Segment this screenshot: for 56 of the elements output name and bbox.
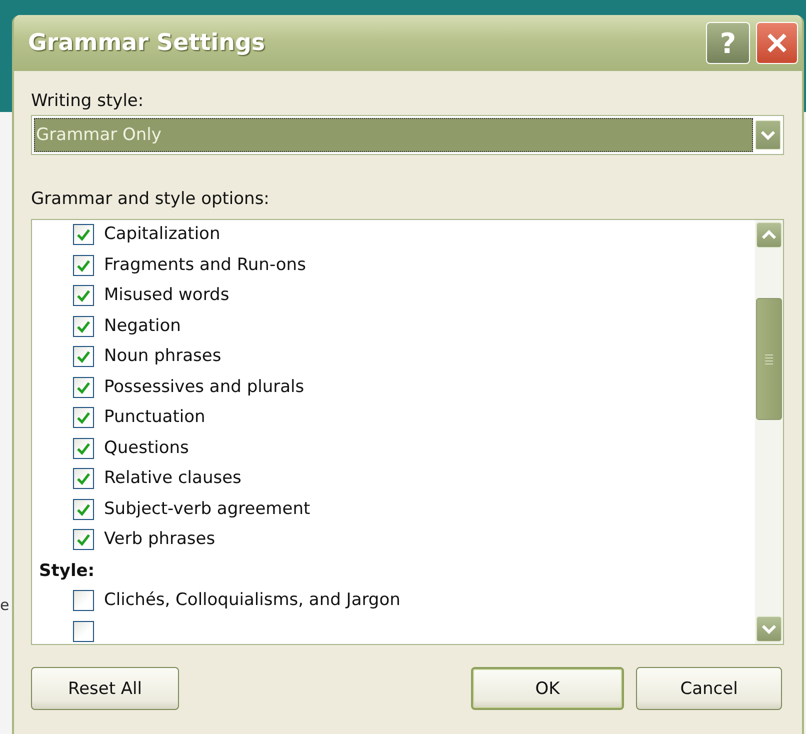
scroll-thumb[interactable] [756,298,782,420]
grip-icon [764,353,774,365]
chevron-down-icon [760,130,776,140]
chevron-up-icon [761,230,777,240]
check-icon [76,411,91,424]
check-icon [76,228,91,241]
check-icon [76,258,91,272]
checkbox[interactable] [73,498,94,520]
background-text: e [0,596,10,614]
checkbox[interactable] [73,224,94,245]
window-title: Grammar Settings [28,30,266,56]
dialog-button[interactable]: Cancel [636,667,782,710]
check-icon [76,350,91,363]
option-label: Negation [104,314,181,338]
scroll-up-button[interactable] [756,222,782,248]
checkbox[interactable] [73,285,94,306]
chevron-down-icon [761,624,777,634]
check-icon [76,442,91,454]
check-icon [76,289,91,302]
close-button[interactable] [756,22,798,64]
checkbox[interactable] [73,254,94,276]
option-label: Clichés, Colloquialisms, and Jargon [104,589,400,612]
checkbox[interactable] [73,346,94,367]
option-label: Subject-verb agreement [104,498,310,520]
option-label: Verb phrases [104,528,216,551]
check-icon [76,472,91,485]
checkbox[interactable] [73,407,94,428]
option-label: Misused words [104,284,230,307]
check-icon [76,320,91,332]
list-label: Grammar and style options: [31,189,270,209]
check-icon [76,502,91,516]
checkbox[interactable] [73,438,94,458]
checkbox[interactable] [73,590,94,611]
checkbox[interactable] [73,316,94,336]
check-icon [76,533,91,546]
option-label: Punctuation [104,406,206,429]
option-label: Capitalization [104,223,220,246]
option-label: Possessives and plurals [104,376,304,398]
check-icon [76,380,91,394]
dialog-button[interactable]: Reset All [31,667,179,710]
checkbox[interactable] [73,620,94,642]
checkbox[interactable] [73,468,94,489]
checkbox[interactable] [73,376,94,398]
dropdown-button[interactable] [755,120,781,150]
option-label: Noun phrases [104,345,222,368]
option-label: Questions [104,436,189,460]
option-label: Fragments and Run-ons [104,254,306,276]
checkbox[interactable] [73,529,94,550]
dropdown-value: Grammar Only [34,118,753,152]
scrollbar[interactable] [755,220,783,644]
scroll-down-button[interactable] [756,616,782,642]
section-heading: Style: [38,560,96,582]
dialog-button[interactable]: OK [471,667,624,710]
field-label: Writing style: [31,91,145,111]
close-icon [765,31,789,55]
option-label: Relative clauses [104,467,242,490]
